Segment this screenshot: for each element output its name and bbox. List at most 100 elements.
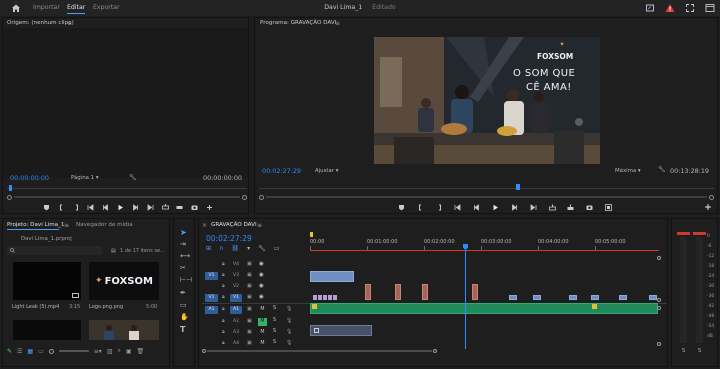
find-icon[interactable]: ⌕ [117,347,120,355]
sync-lock-icon[interactable]: ▣ [247,340,252,346]
quality-select[interactable]: Máxima ▾ [615,168,641,174]
sync-lock-icon[interactable]: ▣ [247,272,252,278]
clip-v1-short[interactable] [328,295,332,300]
clip-v1[interactable] [649,295,657,300]
linked-selection-icon[interactable]: ⛓ [231,245,239,252]
pen-tool-icon[interactable]: ✒ [180,289,186,297]
clip-v2-graphic[interactable] [472,284,478,300]
track-label-v4[interactable]: V4 [230,261,242,269]
microphone-icon[interactable]: 🎙︎ [286,340,292,346]
item-name-2[interactable]: Logo.png.png [89,304,123,310]
sort-icon[interactable]: ≡▾ [94,348,102,355]
track-label-a2[interactable]: A2 [230,318,242,326]
timeline-timecode[interactable]: 00:02:27:29 [206,234,252,243]
add-button-icon[interactable] [704,203,712,211]
tab-media-browser[interactable]: Navegador de mídia [76,222,133,228]
mute-button[interactable]: M [258,318,267,326]
extract-icon[interactable] [567,204,574,211]
search-input[interactable] [7,246,102,255]
pencil-icon[interactable]: ✎ [7,348,12,355]
go-to-out-icon[interactable] [530,203,537,211]
add-button-icon[interactable] [206,204,213,211]
program-timecode[interactable]: 00:02:27:29 [262,167,301,175]
slip-tool-icon[interactable]: ⊢⊣ [180,276,192,284]
freeform-view-icon[interactable]: ▭ [38,348,44,355]
eye-icon[interactable]: ◉ [259,272,264,278]
mute-button[interactable]: M [258,306,267,314]
sync-lock-icon[interactable]: ▣ [247,261,252,267]
sync-lock-icon[interactable]: ▣ [247,283,252,289]
tab-project[interactable]: Projeto: Davi Lima_1 [7,222,64,228]
trash-icon[interactable]: 🗑︎ [137,348,145,355]
lock-icon[interactable]: 🔒︎ [222,294,225,300]
track-label-v3[interactable]: V3 [230,272,242,280]
lock-icon[interactable]: 🔒︎ [222,306,225,312]
clip-v1[interactable] [619,295,627,300]
thumbnail-light-leak[interactable] [13,262,81,300]
settings-icon[interactable] [705,3,715,13]
captions-icon[interactable]: ▭ [274,245,280,252]
new-bin-icon[interactable]: ▣ [126,348,132,355]
step-back-icon[interactable] [102,203,109,211]
program-zoom-bar[interactable] [259,194,714,200]
track-label-a1[interactable]: A1 [230,306,242,314]
lock-icon[interactable]: 🔒︎ [222,283,225,289]
program-video-frame[interactable]: ✦ FOXSOM O SOM QUE CÊ AMA! [374,37,600,164]
microphone-icon[interactable]: 🎙︎ [286,318,292,324]
clip-v1[interactable] [591,295,599,300]
lock-icon[interactable]: 🔒︎ [222,261,225,267]
clip-v1-short[interactable] [313,295,317,300]
warning-icon[interactable] [665,3,675,13]
panel-menu-icon[interactable]: ≡ [257,222,262,229]
eye-icon[interactable]: ◉ [259,261,264,267]
type-tool-icon[interactable]: T [180,325,185,334]
sync-lock-icon[interactable]: ▣ [247,318,252,324]
mark-out-icon[interactable] [73,204,80,211]
vertical-scroll-bottom[interactable] [657,298,661,302]
nest-icon[interactable]: ⊞ [206,245,211,252]
clip-v1[interactable] [569,295,577,300]
close-icon[interactable]: × [202,222,207,229]
clip-audio-a1[interactable] [310,303,658,314]
rectangle-tool-icon[interactable]: ▭ [180,301,187,309]
clip-v2-graphic[interactable] [422,284,428,300]
mark-in-icon[interactable] [58,204,65,211]
solo-button[interactable]: S [273,329,276,334]
sync-lock-icon[interactable]: ▣ [247,294,252,300]
track-label-v2[interactable]: V2 [230,283,242,291]
lock-icon[interactable]: 🔒︎ [222,340,225,346]
solo-left[interactable]: S [682,348,685,354]
go-to-in-icon[interactable] [87,203,94,211]
sync-lock-icon[interactable]: ▣ [247,306,252,312]
selection-tool-icon[interactable]: ➤ [180,228,187,237]
panel-menu-icon[interactable]: ≡ [64,222,69,229]
ripple-edit-tool-icon[interactable]: ⟷ [180,252,190,260]
source-scrub-bar[interactable] [7,188,247,189]
eye-icon[interactable]: ◉ [259,283,264,289]
horizontal-scrollbar[interactable] [202,349,437,353]
source-patch-v1[interactable]: V1 [205,294,218,302]
play-icon[interactable] [117,204,124,211]
page-select[interactable]: Página 1 ▾ [71,175,99,181]
track-label-a3[interactable]: A3 [230,329,242,337]
timeline-settings-icon[interactable]: 🔧︎ [258,245,266,252]
marker-icon[interactable] [398,204,405,211]
go-to-in-icon[interactable] [454,203,461,211]
play-icon[interactable] [492,204,499,211]
panel-menu-icon[interactable]: ≡ [67,20,72,27]
lift-icon[interactable] [548,204,556,211]
wrench-icon[interactable]: 🔧︎ [129,174,137,181]
solo-button[interactable]: S [273,318,276,323]
thumbnail-4[interactable] [89,320,159,340]
microphone-icon[interactable]: 🎙︎ [286,306,292,312]
clip-v1[interactable] [533,295,541,300]
share-icon[interactable] [645,3,655,13]
eye-icon[interactable]: ◉ [259,294,264,300]
mark-out-icon[interactable] [436,204,443,211]
clip-audio-a3[interactable] [310,325,372,336]
track-label-a4[interactable]: A4 [230,340,242,348]
export-frame-icon[interactable] [586,204,593,211]
source-zoom-bar[interactable] [7,194,247,200]
program-title[interactable]: Programa: GRAVAÇÃO DAVI [260,20,336,26]
fit-select[interactable]: Ajustar ▾ [315,168,338,174]
